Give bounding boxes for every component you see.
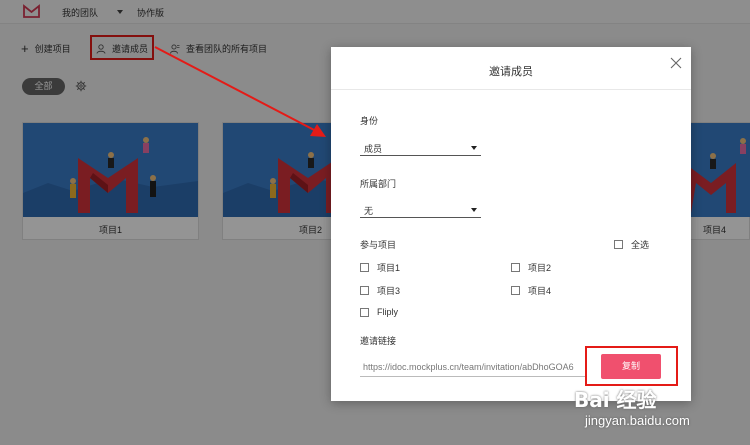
checkbox-box [511,286,520,295]
checkbox-box [360,286,369,295]
annotation-highlight-box [585,346,678,386]
project-option-label: Fliply [377,307,399,317]
watermark-logo: Bai 经验 [574,388,657,412]
project-option-label: 项目3 [377,286,401,296]
dept-value: 无 [364,206,374,216]
project-option-label: 项目1 [377,263,401,273]
project-checkbox-2[interactable]: 项目2 [511,261,551,274]
projects-label: 参与项目 [360,240,397,250]
dialog-divider [331,89,691,90]
chevron-down-icon [471,146,477,150]
dept-label: 所属部门 [360,179,397,189]
role-value: 成员 [364,144,383,154]
project-checkbox-1[interactable]: 项目1 [360,261,400,274]
checkbox-box [511,263,520,272]
close-icon[interactable] [669,56,683,70]
select-all-checkbox[interactable]: 全选 [614,238,649,251]
checkbox-box [360,263,369,272]
project-option-label: 项目2 [528,263,552,273]
project-checkbox-3[interactable]: 项目3 [360,284,400,297]
role-label: 身份 [360,116,379,126]
chevron-down-icon [471,208,477,212]
project-option-label: 项目4 [528,286,552,296]
role-select[interactable]: 成员 [360,138,481,156]
invite-link-label: 邀请链接 [360,336,397,346]
select-all-label: 全选 [631,240,650,250]
invite-link-input[interactable]: https://idoc.mockplus.cn/team/invitation… [360,360,585,377]
project-checkbox-fliply[interactable]: Fliply [360,307,398,317]
project-checkbox-4[interactable]: 项目4 [511,284,551,297]
checkbox-box [614,240,623,249]
checkbox-box [360,307,369,317]
dept-select[interactable]: 无 [360,200,481,218]
watermark-url: jingyan.baidu.com [585,413,690,428]
dialog-title: 邀请成员 [489,66,533,78]
